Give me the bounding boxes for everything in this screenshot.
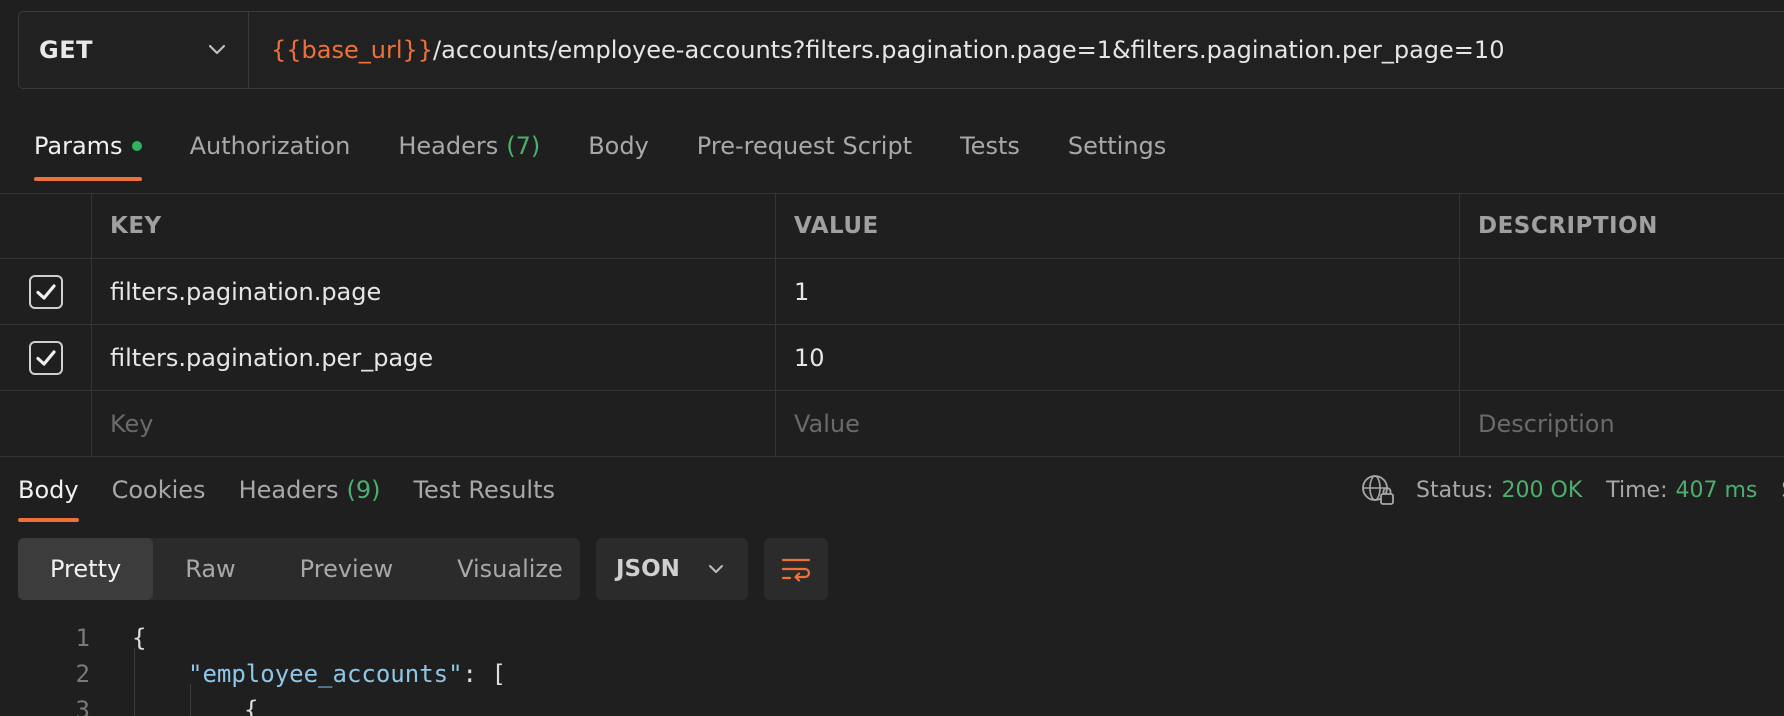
tab-label: Body (18, 476, 79, 504)
format-label: JSON (616, 556, 680, 582)
time-label: Time: (1606, 477, 1668, 503)
chevron-down-icon (709, 565, 723, 573)
view-preview[interactable]: Preview (268, 538, 425, 600)
header-key: KEY (92, 194, 776, 258)
tab-settings[interactable]: Settings (1068, 111, 1166, 181)
checkmark-icon (35, 283, 56, 300)
response-tab-body[interactable]: Body (18, 458, 79, 522)
table-header-row: KEY VALUE DESCRIPTION (0, 193, 1784, 259)
code-line: 2 "employee_accounts": [ (0, 656, 1784, 692)
tab-label: Body (588, 132, 649, 160)
new-description-input[interactable]: Description (1460, 391, 1784, 456)
code-text: { (244, 696, 259, 716)
line-number: 1 (75, 624, 90, 652)
code-text: { (132, 624, 147, 652)
headers-count: (7) (506, 132, 541, 160)
params-active-dot (131, 141, 142, 151)
view-raw[interactable]: Raw (153, 538, 267, 600)
param-key-cell[interactable]: filters.pagination.per_page (92, 325, 776, 390)
code-text: "employee_accounts": [ (188, 660, 506, 688)
view-pretty[interactable]: Pretty (18, 538, 154, 600)
chevron-down-icon (208, 44, 226, 55)
method-label: GET (39, 36, 93, 64)
tab-params[interactable]: Params (34, 111, 142, 181)
tab-body[interactable]: Body (588, 111, 649, 181)
response-tab-cookies[interactable]: Cookies (112, 458, 206, 522)
globe-lock-icon[interactable] (1360, 472, 1396, 508)
header-description: DESCRIPTION (1478, 213, 1658, 239)
checkbox-cell-empty (0, 391, 92, 456)
param-value-cell[interactable]: 10 (776, 325, 1460, 390)
param-checkbox[interactable] (28, 340, 63, 375)
url-path: /accounts/employee-accounts?filters.pagi… (433, 36, 1505, 64)
query-params-table: KEY VALUE DESCRIPTION filters.pagination… (0, 193, 1784, 457)
wrap-lines-button[interactable] (764, 538, 828, 600)
tab-label: Params (34, 132, 123, 160)
param-description-cell[interactable] (1460, 325, 1784, 390)
request-url-bar: GET {{base_url}}/accounts/employee-accou… (18, 11, 1784, 89)
param-description-cell[interactable] (1460, 259, 1784, 324)
response-headers-count: (9) (346, 476, 381, 504)
url-variable: {{base_url}} (271, 36, 434, 64)
request-tabs: Params Authorization Headers (7) Body Pr… (0, 100, 1784, 192)
tab-label: Tests (960, 132, 1020, 160)
view-mode-segmented: Pretty Raw Preview Visualize (18, 538, 580, 600)
line-number: 2 (75, 660, 90, 688)
tab-label: Authorization (189, 132, 351, 160)
param-key-cell[interactable]: filters.pagination.page (92, 259, 776, 324)
line-number: 3 (75, 696, 90, 716)
tab-label: Test Results (413, 476, 556, 504)
param-value-cell[interactable]: 1 (776, 259, 1460, 324)
format-select[interactable]: JSON (596, 538, 748, 600)
header-checkbox-cell (0, 194, 92, 258)
new-value-input[interactable]: Value (776, 391, 1460, 456)
param-checkbox[interactable] (28, 274, 63, 309)
tab-authorization[interactable]: Authorization (190, 111, 351, 181)
method-select[interactable]: GET (19, 12, 249, 88)
status-label: Status: (1416, 477, 1494, 503)
new-key-input[interactable]: Key (92, 391, 776, 456)
tab-label: Pre-request Script (696, 132, 913, 160)
response-tab-headers[interactable]: Headers (9) (239, 458, 381, 522)
header-value: VALUE (776, 194, 1460, 258)
code-line: 3 { (0, 692, 1784, 716)
view-visualize[interactable]: Visualize (425, 538, 595, 600)
response-tab-test-results[interactable]: Test Results (413, 458, 555, 522)
checkbox-cell (0, 325, 92, 390)
table-row: filters.pagination.per_page 10 (0, 325, 1784, 391)
code-line: 1 { (0, 620, 1784, 656)
tab-headers[interactable]: Headers (7) (398, 111, 540, 181)
table-row: filters.pagination.page 1 (0, 259, 1784, 325)
url-input[interactable]: {{base_url}}/accounts/employee-accounts?… (249, 12, 1784, 88)
json-key: "employee_accounts" (188, 660, 463, 688)
status-value: 200 OK (1501, 477, 1583, 503)
wrap-lines-icon (781, 558, 811, 582)
checkbox-cell (0, 259, 92, 324)
new-param-row: Key Value Description (0, 391, 1784, 457)
tab-pre-request-script[interactable]: Pre-request Script (697, 111, 912, 181)
json-punct: : [ (462, 660, 506, 688)
tab-label: Settings (1067, 132, 1167, 160)
response-status: Status: 200 OK Time: 407 ms Si (1360, 470, 1784, 510)
tab-tests[interactable]: Tests (960, 111, 1020, 181)
checkmark-icon (35, 349, 56, 366)
time-value[interactable]: 407 ms (1676, 478, 1758, 503)
response-body-code: 1 { 2 "employee_accounts": [ 3 { (0, 620, 1784, 716)
tab-label: Headers (238, 476, 339, 504)
tab-label: Headers (398, 132, 499, 160)
tab-label: Cookies (111, 476, 206, 504)
